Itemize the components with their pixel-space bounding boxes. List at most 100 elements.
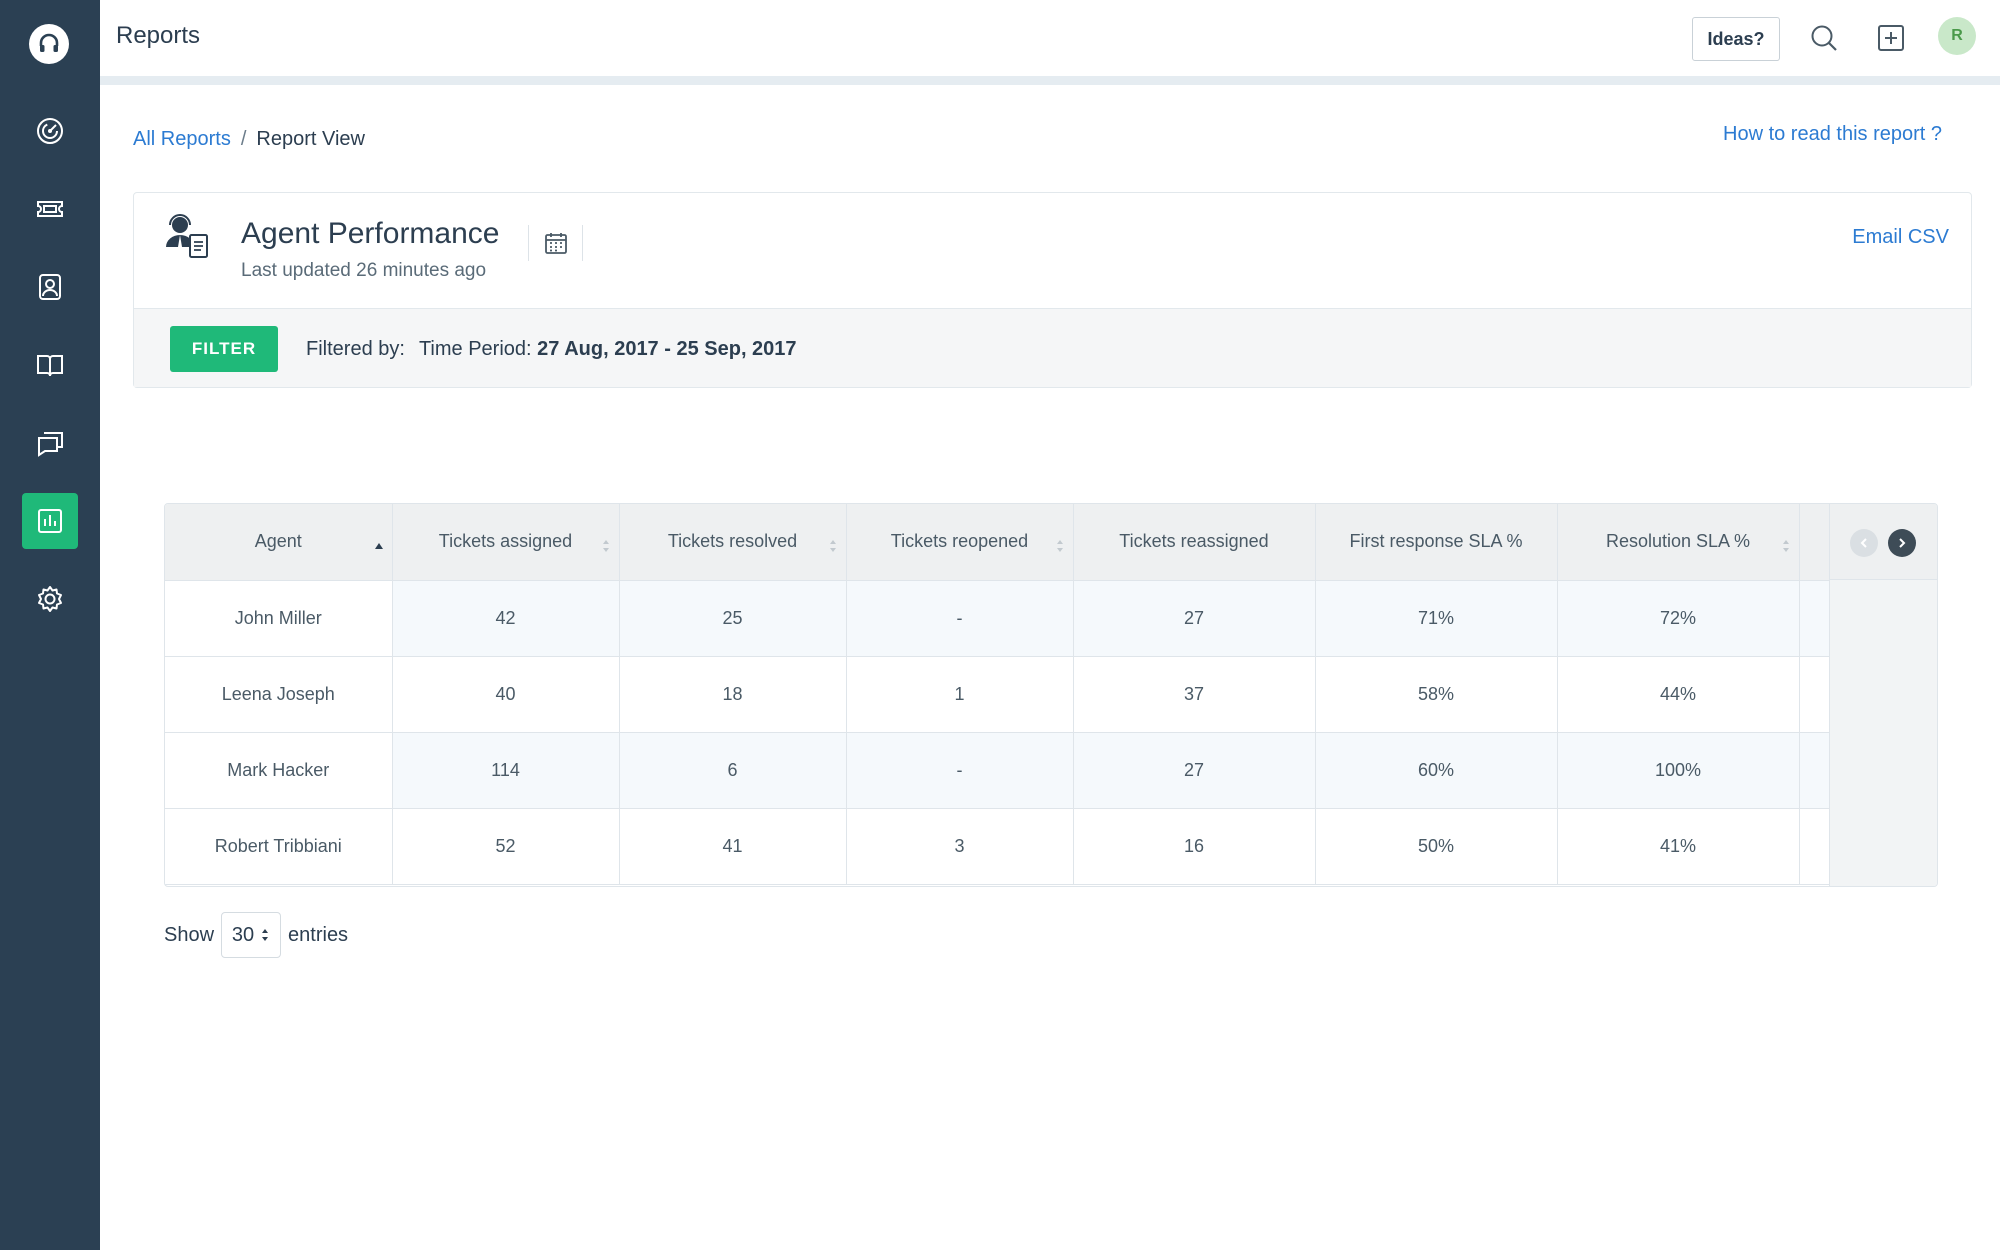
column-scroll-panel <box>1829 504 1937 886</box>
table-row[interactable]: John Miller 42 25 - 27 71% 72% <box>165 580 1830 657</box>
cell-agent: Robert Tribbiani <box>165 808 393 885</box>
cell-tickets-reopened: 3 <box>846 808 1074 885</box>
column-header-tickets-reopened[interactable]: Tickets reopened <box>846 504 1074 581</box>
report-updated-time: Last updated 26 minutes ago <box>241 260 487 281</box>
entries-label: entries <box>288 923 349 946</box>
sidebar-item-forums[interactable] <box>22 415 78 471</box>
breadcrumb-all-reports-link[interactable]: All Reports <box>133 128 231 150</box>
select-arrows-icon <box>262 929 269 941</box>
cell-tickets-assigned: 40 <box>392 656 620 733</box>
calendar-icon <box>544 233 567 254</box>
calendar-button[interactable] <box>528 225 583 261</box>
add-new-icon[interactable] <box>1873 20 1909 56</box>
filtered-by-label: Filtered by: <box>306 338 405 360</box>
cell-agent: John Miller <box>165 580 393 657</box>
cell-overflow <box>1799 580 1830 657</box>
column-header-tickets-assigned[interactable]: Tickets assigned <box>392 504 620 581</box>
reports-icon <box>38 509 62 533</box>
cell-first-response-sla: 58% <box>1315 656 1558 733</box>
cell-agent: Leena Joseph <box>165 656 393 733</box>
agent-report-icon <box>166 214 208 258</box>
sidebar-item-solutions[interactable] <box>22 337 78 393</box>
cell-first-response-sla: 50% <box>1315 808 1558 885</box>
table-row[interactable]: Mark Hacker 114 6 - 27 60% 100% <box>165 732 1830 809</box>
column-header-agent[interactable]: Agent <box>165 504 393 581</box>
filter-summary: Filtered by: Time Period: 27 Aug, 2017 - … <box>306 338 797 361</box>
sidebar-item-dashboard[interactable] <box>22 103 78 159</box>
how-to-read-report-link[interactable]: How to read this report ? <box>1723 123 1942 146</box>
cell-overflow <box>1799 656 1830 733</box>
cell-tickets-resolved: 25 <box>619 580 847 657</box>
column-scroll-header <box>1830 504 1937 580</box>
column-header-resolution-sla[interactable]: Resolution SLA % <box>1557 504 1800 581</box>
breadcrumb: All Reports / Report View <box>133 128 365 151</box>
cell-resolution-sla: 41% <box>1557 808 1800 885</box>
cell-overflow <box>1799 808 1830 885</box>
cell-tickets-reassigned: 27 <box>1073 732 1316 809</box>
cell-tickets-resolved: 6 <box>619 732 847 809</box>
cell-agent: Mark Hacker <box>165 732 393 809</box>
report-title: Agent Performance <box>241 217 500 250</box>
cell-first-response-sla: 60% <box>1315 732 1558 809</box>
ideas-button[interactable]: Ideas? <box>1692 17 1780 61</box>
sort-icon <box>1782 540 1789 552</box>
chat-icon <box>38 432 63 457</box>
column-header-overflow <box>1799 504 1830 581</box>
cell-tickets-reopened: - <box>846 580 1074 657</box>
page-title: Reports <box>116 22 201 49</box>
sidebar <box>0 0 100 1250</box>
email-csv-link[interactable]: Email CSV <box>1852 226 1949 249</box>
cell-tickets-reopened: - <box>846 732 1074 809</box>
filter-bar: FILTER Filtered by: Time Period: 27 Aug, … <box>134 308 1971 387</box>
header-divider <box>100 76 2000 85</box>
sort-icon <box>1056 540 1063 552</box>
time-period-value: 27 Aug, 2017 - 25 Sep, 2017 <box>537 338 797 360</box>
contact-icon <box>39 274 61 300</box>
ticket-icon <box>37 201 63 217</box>
entries-per-page-select[interactable]: 30 <box>221 912 282 958</box>
column-header-tickets-resolved[interactable]: Tickets resolved <box>619 504 847 581</box>
entries-value: 30 <box>231 923 255 946</box>
report-header: Agent Performance Last updated 26 minute… <box>134 193 1971 308</box>
table-row[interactable]: Robert Tribbiani 52 41 3 16 50% 41% <box>165 808 1830 885</box>
cell-tickets-reassigned: 27 <box>1073 580 1316 657</box>
cell-tickets-resolved: 41 <box>619 808 847 885</box>
cell-tickets-reassigned: 37 <box>1073 656 1316 733</box>
chevron-right-icon <box>1899 538 1906 548</box>
show-label: Show <box>164 923 215 946</box>
chevron-left-icon <box>1860 538 1867 548</box>
user-avatar[interactable]: R <box>1938 17 1976 55</box>
top-header: Reports Ideas? R <box>100 0 2000 76</box>
sidebar-item-admin[interactable] <box>22 571 78 627</box>
sidebar-item-contacts[interactable] <box>22 259 78 315</box>
sort-icon <box>602 540 609 552</box>
breadcrumb-separator: / <box>240 128 247 150</box>
scroll-columns-right-button[interactable] <box>1888 529 1916 557</box>
sidebar-item-reports[interactable] <box>22 493 78 549</box>
table-row[interactable]: Leena Joseph 40 18 1 37 58% 44% <box>165 656 1830 733</box>
time-period-label: Time Period: <box>418 338 532 360</box>
dashboard-icon <box>37 118 63 144</box>
cell-first-response-sla: 71% <box>1315 580 1558 657</box>
column-header-first-response-sla[interactable]: First response SLA % <box>1315 504 1558 581</box>
report-card: Agent Performance Last updated 26 minute… <box>133 192 1972 388</box>
column-header-tickets-reassigned[interactable]: Tickets reassigned <box>1073 504 1316 581</box>
sort-ascending-icon <box>374 543 383 549</box>
search-icon[interactable] <box>1806 20 1842 56</box>
cell-tickets-reopened: 1 <box>846 656 1074 733</box>
table-header-row: Agent Tickets assigned Tickets resolved … <box>165 504 1830 581</box>
cell-overflow <box>1799 732 1830 809</box>
sort-icon <box>829 540 836 552</box>
scroll-columns-left-button[interactable] <box>1850 529 1878 557</box>
cell-tickets-resolved: 18 <box>619 656 847 733</box>
cell-tickets-reassigned: 16 <box>1073 808 1316 885</box>
cell-tickets-assigned: 52 <box>392 808 620 885</box>
filter-button[interactable]: FILTER <box>170 326 278 372</box>
book-icon <box>37 355 63 377</box>
headset-logo-icon[interactable] <box>29 24 69 64</box>
sidebar-item-tickets[interactable] <box>22 181 78 237</box>
cell-tickets-assigned: 42 <box>392 580 620 657</box>
show-entries-control: Show 30 entries <box>164 912 348 958</box>
cell-resolution-sla: 100% <box>1557 732 1800 809</box>
data-table: Agent Tickets assigned Tickets resolved … <box>165 504 1830 885</box>
